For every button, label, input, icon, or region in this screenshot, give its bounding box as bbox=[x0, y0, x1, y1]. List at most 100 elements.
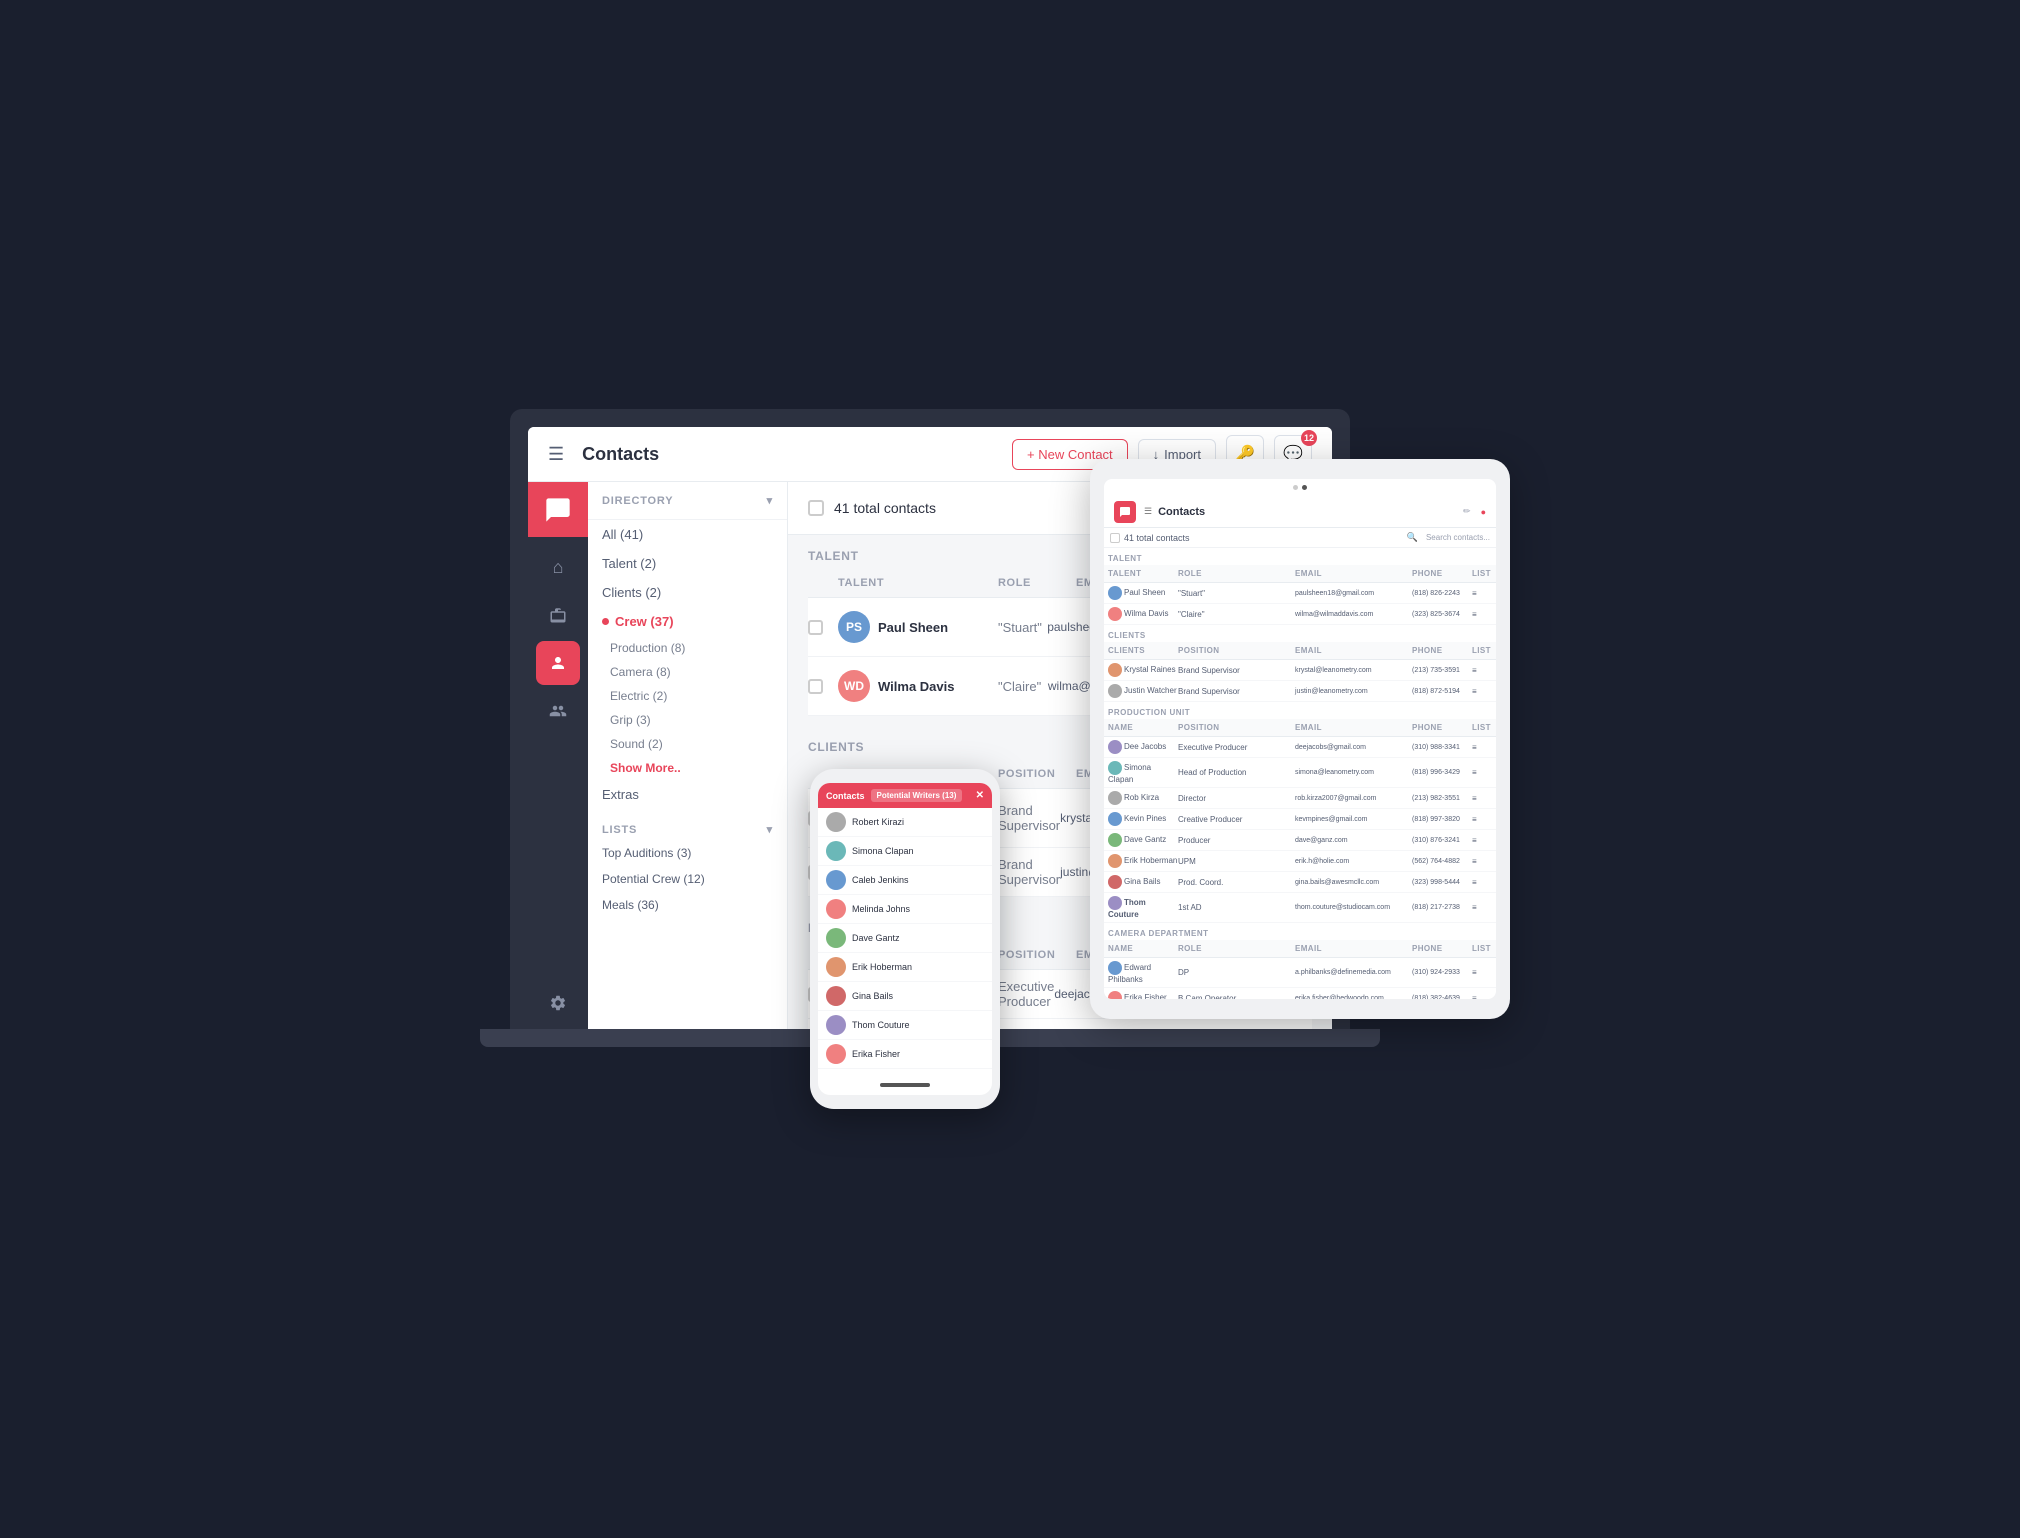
tablet-prod-row-5[interactable]: Dave Gantz Producer dave@ganz.com (310) … bbox=[1104, 830, 1496, 851]
sidebar-extras[interactable]: Extras bbox=[588, 780, 787, 809]
sidebar-crew[interactable]: Crew (37) bbox=[588, 607, 787, 636]
sidebar-item-briefcase[interactable] bbox=[536, 593, 580, 637]
tablet-avatar bbox=[1108, 961, 1122, 975]
sidebar-item-contacts[interactable] bbox=[536, 641, 580, 685]
tablet-prod-row-8[interactable]: Thom Couture 1st AD thom.couture@studioc… bbox=[1104, 893, 1496, 923]
tablet-camera-header: NAMEROLEEMAILPHONELIST bbox=[1104, 940, 1496, 958]
sidebar-sound[interactable]: Sound (2) bbox=[588, 732, 787, 756]
phone-contact-name: Caleb Jenkins bbox=[852, 875, 909, 885]
sidebar-top-auditions[interactable]: Top Auditions (3) bbox=[588, 840, 787, 866]
phone-close-icon[interactable]: ✕ bbox=[976, 790, 984, 801]
phone-row-4[interactable]: Melinda Johns bbox=[818, 895, 992, 924]
tablet-camera-row-2[interactable]: Erika Fisher B Cam Operator erika.fisher… bbox=[1104, 988, 1496, 999]
tablet-scrollable: TALENT TALENTROLEEMAILPHONELIST Paul She… bbox=[1104, 548, 1496, 999]
phone-avatar bbox=[826, 899, 846, 919]
phone-contact-name: Thom Couture bbox=[852, 1020, 910, 1030]
phone-avatar bbox=[826, 1044, 846, 1064]
position-cell: Executive Producer bbox=[998, 979, 1054, 1009]
tablet-avatar bbox=[1108, 740, 1122, 754]
sidebar: DIRECTORY ▾ All (41) Talent (2) Clients … bbox=[588, 482, 788, 1029]
phone-device: Contacts Potential Writers (13) ✕ Robert… bbox=[810, 769, 1000, 1109]
phone-app-header: Contacts Potential Writers (13) ✕ bbox=[818, 783, 992, 808]
tablet-indicator bbox=[1104, 479, 1496, 496]
position-cell: Brand Supervisor bbox=[998, 803, 1060, 833]
sidebar-talent[interactable]: Talent (2) bbox=[588, 549, 787, 578]
tablet-search-icon[interactable]: 🔍 bbox=[1407, 532, 1418, 543]
tablet-page-title: Contacts bbox=[1158, 506, 1457, 518]
talent-cell: WD Wilma Davis bbox=[838, 670, 998, 702]
tablet-talent-label: TALENT bbox=[1104, 548, 1496, 565]
tablet-avatar bbox=[1108, 607, 1122, 621]
phone-row-6[interactable]: Erik Hoberman bbox=[818, 953, 992, 982]
sidebar-clients[interactable]: Clients (2) bbox=[588, 578, 787, 607]
tablet-camera-label: CAMERA DEPARTMENT bbox=[1104, 923, 1496, 940]
tablet-talent-header: TALENTROLEEMAILPHONELIST bbox=[1104, 565, 1496, 583]
sidebar-electric[interactable]: Electric (2) bbox=[588, 684, 787, 708]
phone-contact-name: Erik Hoberman bbox=[852, 962, 912, 972]
tablet-avatar bbox=[1108, 991, 1122, 999]
phone-avatar bbox=[826, 870, 846, 890]
sidebar-potential-crew[interactable]: Potential Crew (12) bbox=[588, 866, 787, 892]
select-all-checkbox[interactable] bbox=[808, 500, 824, 516]
phone-contact-name: Simona Clapan bbox=[852, 846, 914, 856]
row-checkbox[interactable] bbox=[808, 679, 823, 694]
sidebar-camera[interactable]: Camera (8) bbox=[588, 660, 787, 684]
tablet-camera-row-1[interactable]: Edward Philbanks DP a.philbanks@defineme… bbox=[1104, 958, 1496, 988]
phone-row-1[interactable]: Robert Kirazi bbox=[818, 808, 992, 837]
tablet-talent-row-1[interactable]: Paul Sheen "Stuart" paulsheen18@gmail.co… bbox=[1104, 583, 1496, 604]
tablet-search-text: Search contacts... bbox=[1426, 533, 1490, 542]
row-checkbox[interactable] bbox=[808, 620, 823, 635]
phone-active-tab[interactable]: Potential Writers (13) bbox=[871, 789, 963, 802]
phone-row-9[interactable]: Erika Fisher bbox=[818, 1040, 992, 1069]
phone-contact-list: Robert Kirazi Simona Clapan Caleb Jenkin… bbox=[818, 808, 992, 1075]
tablet-prod-row-2[interactable]: Simona Clapan Head of Production simona@… bbox=[1104, 758, 1496, 788]
sidebar-item-groups[interactable] bbox=[536, 689, 580, 733]
tablet-screen: ☰ Contacts ✏ ● 41 total contacts 🔍 Searc… bbox=[1104, 479, 1496, 999]
sidebar-production[interactable]: Production (8) bbox=[588, 636, 787, 660]
tablet-select-all[interactable] bbox=[1110, 533, 1120, 543]
tablet-edit-icon[interactable]: ✏ bbox=[1463, 506, 1471, 517]
tablet-clients-row-2[interactable]: Justin Watcher Brand Supervisor justin@l… bbox=[1104, 681, 1496, 702]
dot-2 bbox=[1302, 485, 1307, 490]
hamburger-menu-icon[interactable]: ☰ bbox=[548, 444, 564, 465]
tablet-talent-row-2[interactable]: Wilma Davis "Claire" wilma@wilmaddavis.c… bbox=[1104, 604, 1496, 625]
phone-row-2[interactable]: Simona Clapan bbox=[818, 837, 992, 866]
role-cell: "Stuart" bbox=[998, 620, 1047, 635]
tablet-prod-row-6[interactable]: Erik Hoberman UPM erik.h@holie.com (562)… bbox=[1104, 851, 1496, 872]
tablet-avatar bbox=[1108, 812, 1122, 826]
tablet-prod-row-7[interactable]: Gina Bails Prod. Coord. gina.bails@awesm… bbox=[1104, 872, 1496, 893]
sidebar-item-settings[interactable] bbox=[536, 981, 580, 1025]
phone-row-7[interactable]: Gina Bails bbox=[818, 982, 992, 1011]
sidebar-show-more[interactable]: Show More.. bbox=[588, 756, 787, 780]
tablet-menu-icon: ☰ bbox=[1144, 506, 1152, 517]
chevron-down-icon: ▾ bbox=[767, 494, 773, 507]
talent-name: Paul Sheen bbox=[878, 620, 948, 635]
dot-1 bbox=[1293, 485, 1298, 490]
phone-row-8[interactable]: Thom Couture bbox=[818, 1011, 992, 1040]
tablet-avatar bbox=[1108, 586, 1122, 600]
tablet-clients-row-1[interactable]: Krystal Raines Brand Supervisor krystal@… bbox=[1104, 660, 1496, 681]
role-cell: "Claire" bbox=[998, 679, 1048, 694]
sidebar-item-home[interactable]: ⌂ bbox=[536, 545, 580, 589]
tablet-avatar bbox=[1108, 854, 1122, 868]
app-logo bbox=[528, 482, 588, 537]
scene: ☰ Contacts + New Contact ↓ Import 🔑 💬 12 bbox=[510, 409, 1510, 1129]
tablet-logo bbox=[1114, 501, 1136, 523]
tablet-avatar bbox=[1108, 896, 1122, 910]
phone-row-3[interactable]: Caleb Jenkins bbox=[818, 866, 992, 895]
tablet-prod-row-4[interactable]: Kevin Pines Creative Producer kevmpines@… bbox=[1104, 809, 1496, 830]
sidebar-directory-header: DIRECTORY ▾ bbox=[588, 482, 787, 520]
sidebar-meals[interactable]: Meals (36) bbox=[588, 892, 787, 918]
phone-contacts-label: Contacts bbox=[826, 791, 865, 801]
sidebar-all[interactable]: All (41) bbox=[588, 520, 787, 549]
page-title: Contacts bbox=[582, 444, 1002, 465]
tablet-avatar bbox=[1108, 791, 1122, 805]
sidebar-grip[interactable]: Grip (3) bbox=[588, 708, 787, 732]
tablet-badge: ● bbox=[1481, 507, 1486, 517]
phone-row-5[interactable]: Dave Gantz bbox=[818, 924, 992, 953]
sidebar-lists-header: LISTS ▾ bbox=[588, 809, 787, 840]
tablet-prod-row-1[interactable]: Dee Jacobs Executive Producer deejacobs@… bbox=[1104, 737, 1496, 758]
tablet-prod-row-3[interactable]: Rob Kirza Director rob.kirza2007@gmail.c… bbox=[1104, 788, 1496, 809]
phone-avatar bbox=[826, 928, 846, 948]
talent-cell: PS Paul Sheen bbox=[838, 611, 998, 643]
